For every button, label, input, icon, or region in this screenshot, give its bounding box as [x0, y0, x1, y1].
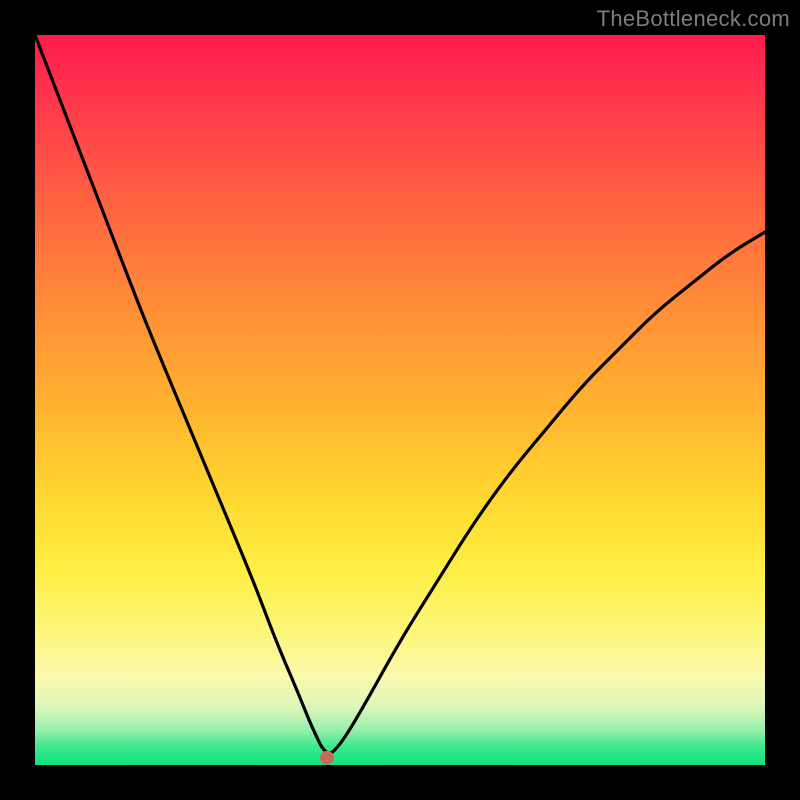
bottleneck-curve [35, 35, 765, 753]
curve-svg [35, 35, 765, 765]
plot-area [35, 35, 765, 765]
chart-frame: TheBottleneck.com [0, 0, 800, 800]
min-point-dot [320, 751, 334, 765]
attribution-text: TheBottleneck.com [597, 6, 790, 32]
